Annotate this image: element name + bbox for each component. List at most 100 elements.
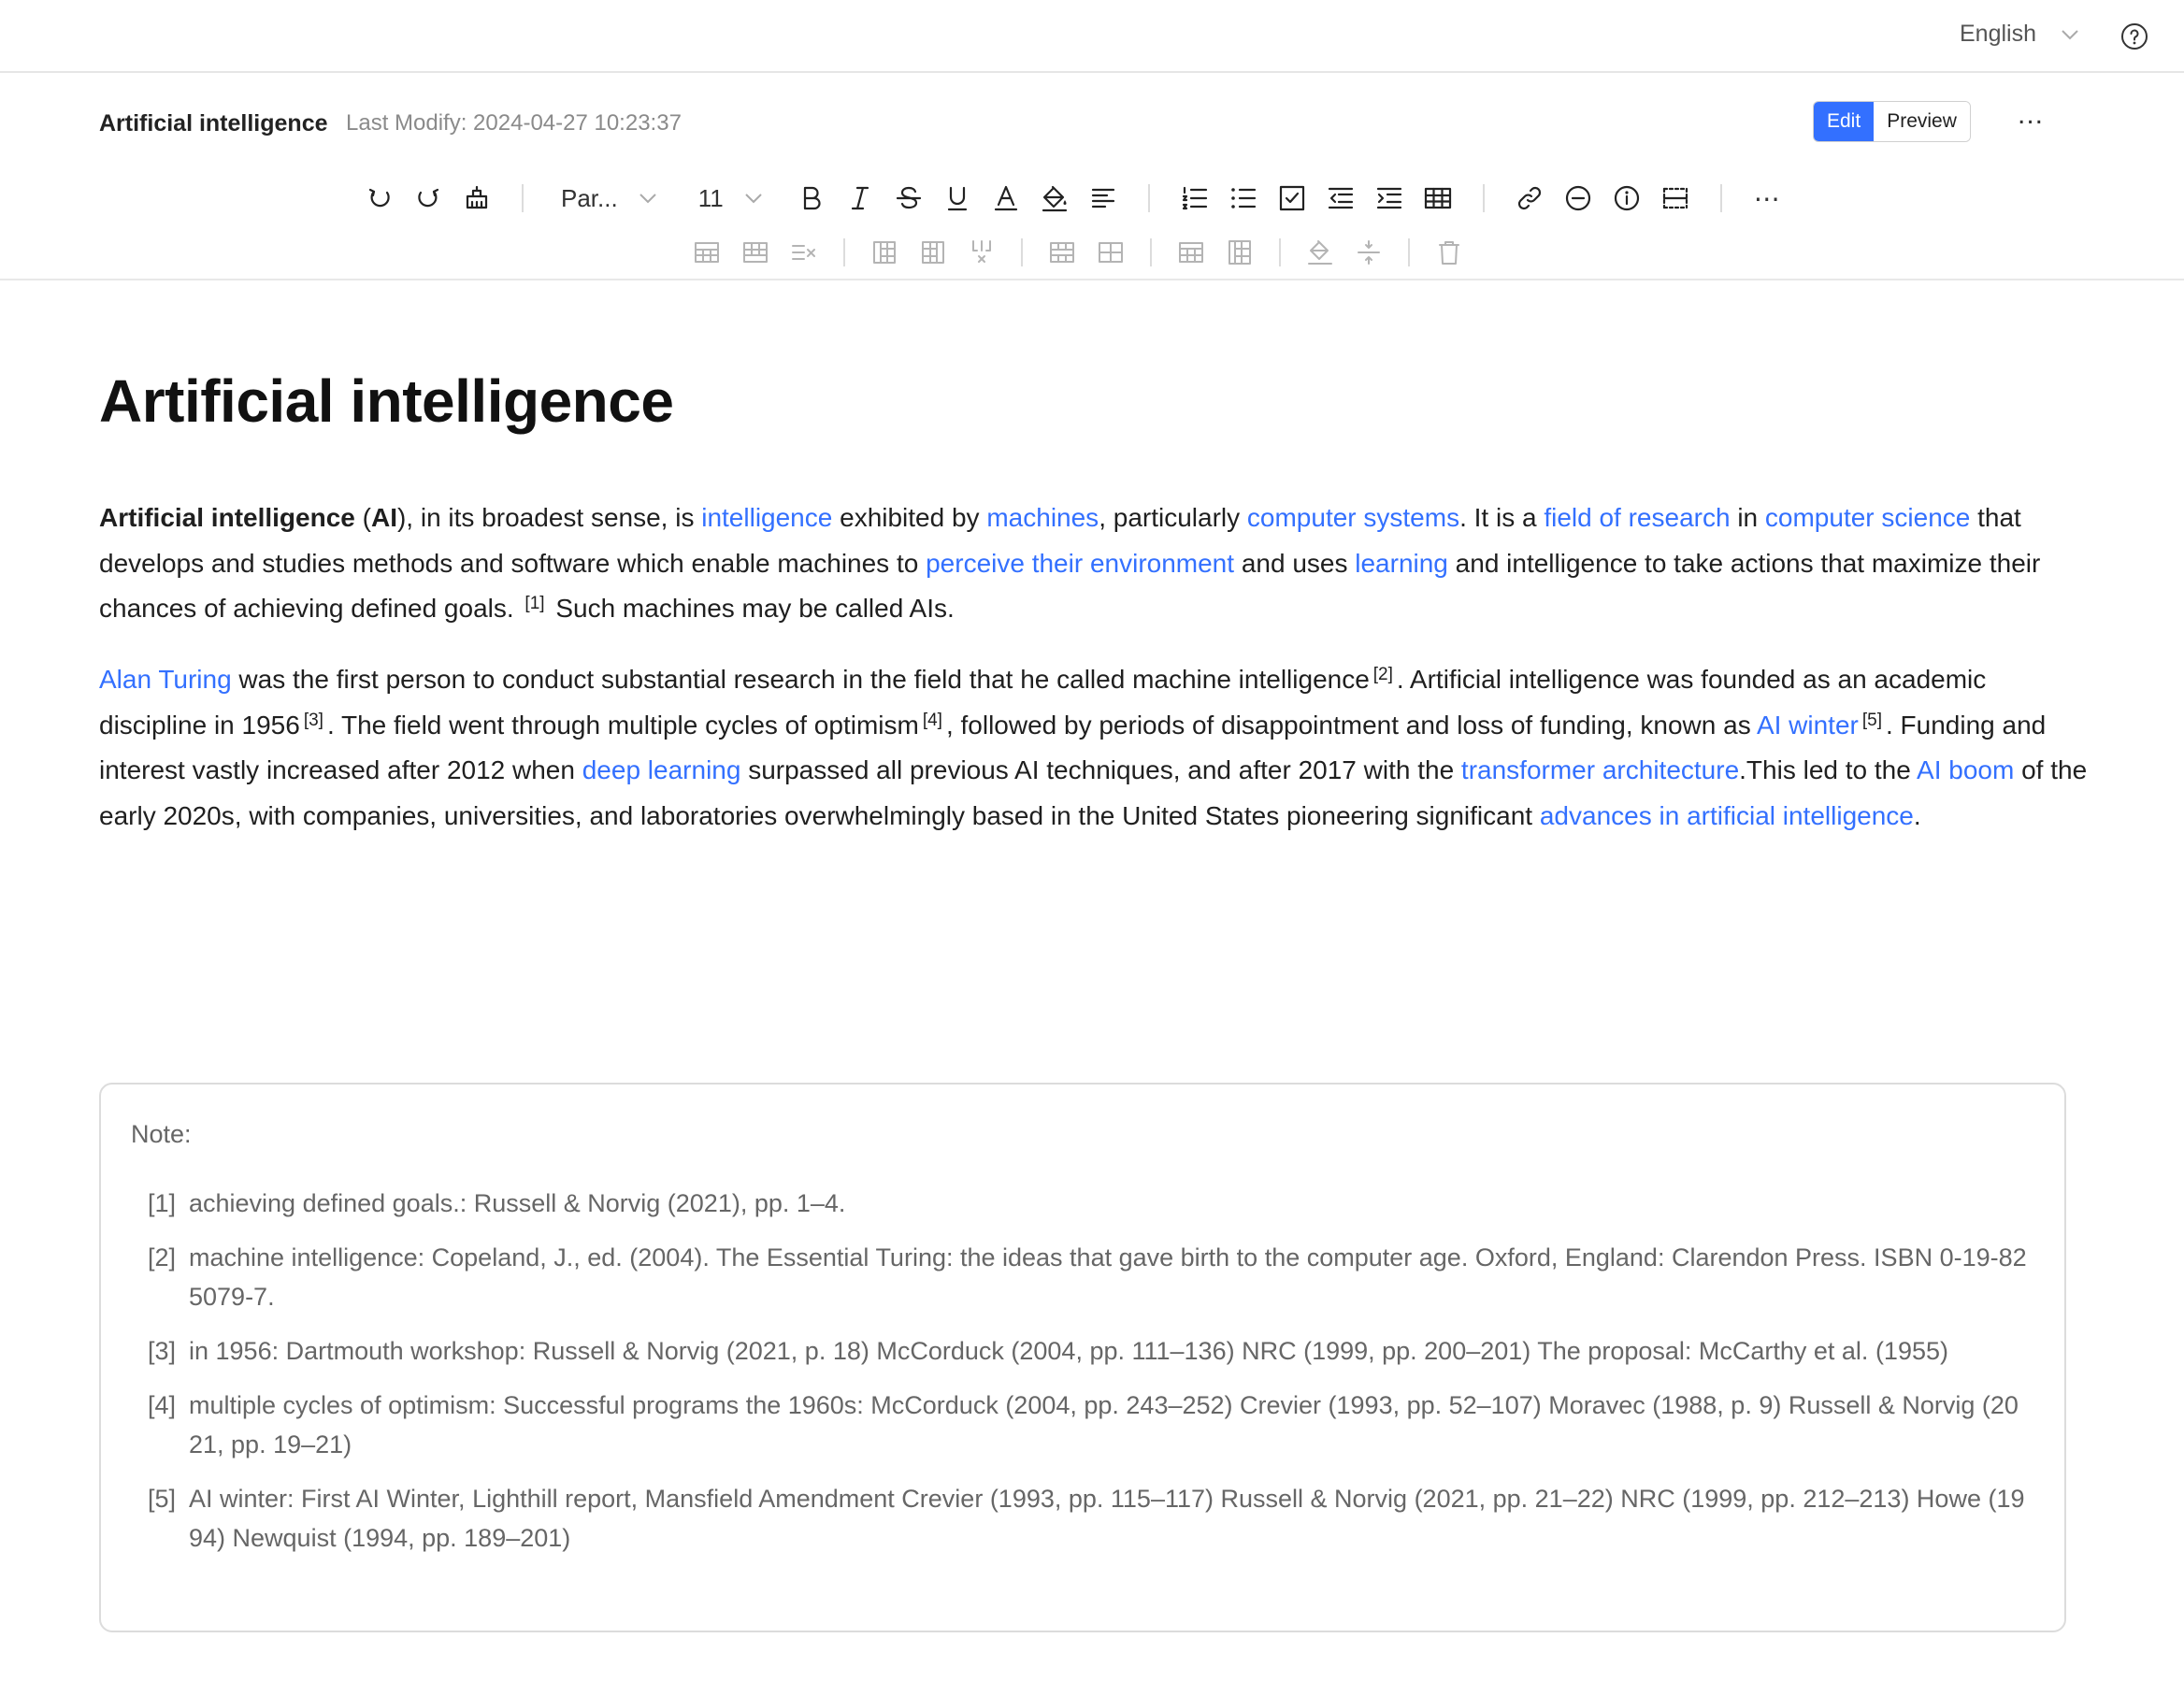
bullet-list-icon[interactable]: [1219, 180, 1268, 217]
preview-mode-button[interactable]: Preview: [1874, 102, 1970, 141]
font-size-value: 11: [697, 183, 724, 212]
text: was the first person to conduct substant…: [231, 665, 1370, 694]
link-intelligence[interactable]: intelligence: [701, 503, 832, 532]
note-text: multiple cycles of optimism: Successful …: [189, 1391, 2019, 1458]
link-learning[interactable]: learning: [1355, 549, 1448, 578]
link-deep-learning[interactable]: deep learning: [582, 755, 741, 784]
delete-table-icon[interactable]: [1425, 234, 1473, 271]
note-number: [2]: [148, 1243, 177, 1272]
insert-row-above-icon[interactable]: [682, 234, 731, 271]
footnote-ref[interactable]: [3]: [304, 711, 323, 730]
font-size-select[interactable]: 11: [698, 184, 765, 213]
cell-fill-icon[interactable]: [1296, 234, 1344, 271]
text: .This led to the: [1739, 755, 1918, 784]
link-field-of-research[interactable]: field of research: [1544, 503, 1730, 532]
formatting-toolbar: Par... 11 ⋯: [355, 178, 1791, 219]
link-alan-turing[interactable]: Alan Turing: [99, 665, 232, 694]
link-icon[interactable]: [1505, 180, 1554, 217]
bold-term: Artificial intelligence: [99, 503, 355, 532]
document-title: Artificial intelligence: [99, 367, 674, 435]
language-label: English: [1960, 21, 2036, 47]
strikethrough-icon[interactable]: [884, 180, 933, 217]
paragraph-style-value: Par...: [561, 183, 618, 212]
paragraph-style-select[interactable]: Par...: [544, 184, 659, 213]
highlight-icon[interactable]: [1030, 180, 1079, 217]
text: . It is a: [1459, 503, 1545, 532]
more-options-button[interactable]: ...: [2018, 99, 2044, 131]
info-icon[interactable]: [1602, 180, 1651, 217]
link-perceive-environment[interactable]: perceive their environment: [926, 549, 1234, 578]
note-item: [1] achieving defined goals.: Russell & N…: [148, 1184, 2027, 1223]
link-computer-systems[interactable]: computer systems: [1247, 503, 1459, 532]
note-item: [3] in 1956: Dartmouth workshop: Russell …: [148, 1331, 2027, 1371]
notes-list: [1] achieving defined goals.: Russell & N…: [148, 1184, 2027, 1573]
note-item: [4] multiple cycles of optimism: Successf…: [148, 1386, 2027, 1464]
text: exhibited by: [832, 503, 987, 532]
toolbar-divider: [843, 238, 845, 266]
header-column-icon[interactable]: [1215, 234, 1264, 271]
footnote-ref[interactable]: [1]: [524, 594, 544, 613]
underline-icon[interactable]: [933, 180, 982, 217]
insert-column-right-icon[interactable]: [909, 234, 957, 271]
bold-icon[interactable]: [787, 180, 836, 217]
merge-cells-icon[interactable]: [1038, 234, 1086, 271]
horizontal-rule-icon[interactable]: [1554, 180, 1602, 217]
link-machines[interactable]: machines: [986, 503, 1099, 532]
text: .: [1913, 800, 1921, 830]
footnote-ref[interactable]: [4]: [923, 711, 942, 730]
more-tools-button[interactable]: ⋯: [1743, 180, 1791, 217]
distribute-icon[interactable]: [1344, 234, 1393, 271]
ordered-list-icon[interactable]: [1171, 180, 1219, 217]
delete-column-icon[interactable]: [957, 234, 1006, 271]
table-icon[interactable]: [1414, 180, 1462, 217]
notes-panel: Note: [1] achieving defined goals.: Russe…: [99, 1083, 2066, 1632]
help-icon[interactable]: [2120, 22, 2148, 50]
edit-mode-button[interactable]: Edit: [1814, 102, 1875, 141]
align-icon[interactable]: [1079, 180, 1128, 217]
link-ai-winter[interactable]: AI winter: [1757, 711, 1859, 740]
checkbox-icon[interactable]: [1268, 180, 1316, 217]
clear-format-icon[interactable]: [453, 180, 501, 217]
redo-icon[interactable]: [404, 180, 453, 217]
footnote-ref[interactable]: [5]: [1862, 711, 1882, 730]
mode-toggle: Edit Preview: [1813, 101, 1971, 142]
select-all-icon[interactable]: [1651, 180, 1700, 217]
text: surpassed all previous AI techniques, an…: [740, 755, 1461, 784]
toolbar-divider: [522, 184, 524, 212]
indent-icon[interactable]: [1365, 180, 1414, 217]
table-toolbar: [682, 234, 1473, 271]
footnote-ref[interactable]: [2]: [1373, 665, 1393, 684]
link-ai-boom[interactable]: AI boom: [1917, 755, 2014, 784]
toolbar-divider: [1408, 238, 1410, 266]
toolbar-divider: [1279, 238, 1281, 266]
note-number: [1]: [148, 1189, 177, 1217]
chevron-down-icon: [744, 194, 762, 204]
language-selector[interactable]: English: [1960, 21, 2081, 48]
delete-row-icon[interactable]: [780, 234, 828, 271]
link-advances-in-ai[interactable]: advances in artificial intelligence: [1540, 801, 1914, 830]
toolbar-divider: [1719, 184, 1722, 212]
font-color-icon[interactable]: [982, 180, 1030, 217]
toolbar-divider: [1147, 184, 1150, 212]
text: ), in its broadest sense, is: [396, 503, 702, 532]
italic-icon[interactable]: [836, 180, 884, 217]
insert-column-left-icon[interactable]: [860, 234, 909, 271]
outdent-icon[interactable]: [1316, 180, 1365, 217]
split-cells-icon[interactable]: [1086, 234, 1135, 271]
text: and uses: [1234, 548, 1356, 578]
text: , followed by periods of disappointment …: [945, 710, 1757, 740]
link-transformer-architecture[interactable]: transformer architecture: [1461, 755, 1739, 784]
notes-title: Note:: [131, 1120, 192, 1148]
header-row-icon[interactable]: [1167, 234, 1215, 271]
undo-icon[interactable]: [355, 180, 404, 217]
link-computer-science[interactable]: computer science: [1765, 503, 1970, 532]
top-bar: English: [0, 0, 2184, 73]
bold-abbr: AI: [370, 503, 397, 532]
text: Such machines may be called AIs.: [548, 594, 955, 623]
text: . The field went through multiple cycles…: [326, 710, 919, 740]
note-text: AI winter: First AI Winter, Lighthill re…: [189, 1485, 2025, 1552]
insert-row-below-icon[interactable]: [731, 234, 780, 271]
paragraph-intro: Artificial intelligence (AI), in its bro…: [99, 496, 2091, 632]
editor-header: Artificial intelligence Last Modify: 202…: [0, 73, 2184, 280]
note-number: [3]: [148, 1337, 177, 1365]
